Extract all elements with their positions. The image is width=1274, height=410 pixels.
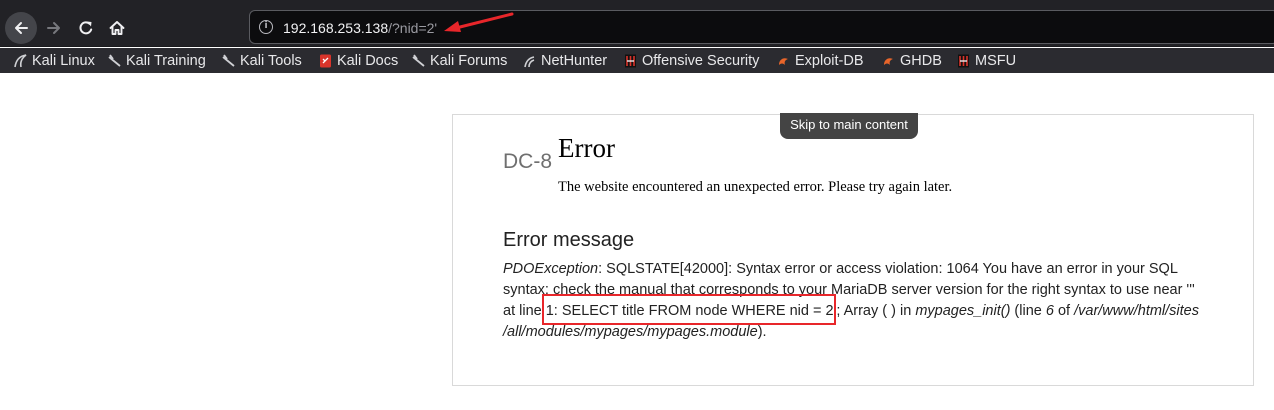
annotation-arrow-icon <box>444 12 514 32</box>
bookmark-label: Exploit-DB <box>795 52 864 69</box>
file-path: /var/www/html/sites <box>1074 303 1199 319</box>
exploitdb-icon <box>779 57 788 65</box>
offsec-icon <box>958 54 969 67</box>
bookmark-label: Kali Docs <box>337 52 399 69</box>
site-info-icon[interactable]: i <box>259 20 273 34</box>
site-name[interactable]: DC-8 <box>503 150 552 174</box>
error-text: ). <box>757 324 767 340</box>
bookmarks-bar: Kali Linux Kali Training Kali Tools Kali… <box>0 48 1274 73</box>
annotation-highlight-box <box>542 294 836 325</box>
url-host: 192.168.253.138 <box>283 20 389 36</box>
reload-button[interactable] <box>72 14 100 42</box>
error-line-1: PDOException: SQLSTATE[42000]: Syntax er… <box>503 259 1193 280</box>
line-number: 6 <box>1045 303 1054 319</box>
bookmark-kali-tools[interactable]: Kali Tools <box>222 51 302 70</box>
arrow-left-icon <box>15 22 28 34</box>
bookmark-offensive-security[interactable]: Offensive Security <box>624 51 759 70</box>
error-text: ; Array ( ) in <box>836 303 916 319</box>
home-button[interactable] <box>103 14 131 42</box>
kali-dragon-icon <box>108 53 121 67</box>
kali-docs-icon <box>320 54 331 67</box>
kali-dragon-icon <box>412 53 425 67</box>
browser-toolbar: i 192.168.253.138/?nid=2' <box>0 0 1274 47</box>
bookmark-label: GHDB <box>900 52 942 69</box>
home-icon <box>109 21 125 35</box>
address-bar[interactable]: i 192.168.253.138/?nid=2' <box>249 10 1274 44</box>
exception-name: PDOException <box>503 261 599 277</box>
bookmark-exploit-db[interactable]: Exploit-DB <box>777 51 864 70</box>
bookmark-kali-forums[interactable]: Kali Forums <box>412 51 507 70</box>
kali-dragon-icon <box>222 53 235 67</box>
error-message-heading: Error message <box>503 229 635 251</box>
bookmark-label: NetHunter <box>541 52 608 69</box>
bookmark-label: Kali Forums <box>430 52 508 69</box>
error-subtitle: The website encountered an unexpected er… <box>558 179 953 195</box>
bookmark-label: Kali Training <box>126 52 206 69</box>
kali-dragon-icon <box>14 53 27 67</box>
url-path: /?nid=2' <box>388 20 438 36</box>
error-text: : SQLSTATE[42000]: Syntax error or acces… <box>598 261 1178 277</box>
skip-to-main-link[interactable]: Skip to main content <box>780 113 918 139</box>
url-text[interactable]: 192.168.253.138/?nid=2' <box>283 19 437 37</box>
bookmark-kali-docs[interactable]: Kali Docs <box>319 51 398 70</box>
reload-icon <box>79 21 93 35</box>
file-path: /all/modules/mypages/mypages.module <box>503 324 758 340</box>
error-text: at line <box>503 303 546 319</box>
exploitdb-icon <box>884 57 893 65</box>
function-name: mypages_init() <box>915 303 1011 319</box>
forward-button[interactable] <box>40 14 68 42</box>
nethunter-icon <box>524 55 535 67</box>
error-text: (line <box>1010 303 1046 319</box>
bookmark-kali-linux[interactable]: Kali Linux <box>14 51 95 70</box>
bookmark-msfu[interactable]: MSFU <box>957 51 1016 70</box>
offsec-icon <box>625 54 636 67</box>
bookmark-label: MSFU <box>975 52 1017 69</box>
bookmark-label: Offensive Security <box>642 52 760 69</box>
error-title: Error <box>558 133 615 163</box>
arrow-right-icon <box>47 22 60 34</box>
bookmark-kali-training[interactable]: Kali Training <box>108 51 206 70</box>
error-text: of <box>1053 303 1075 319</box>
bookmark-ghdb[interactable]: GHDB <box>882 51 942 70</box>
bookmark-nethunter[interactable]: NetHunter <box>523 51 607 70</box>
bookmark-label: Kali Tools <box>240 52 302 69</box>
bookmark-label: Kali Linux <box>32 52 95 69</box>
back-button[interactable] <box>5 12 37 44</box>
error-line-4: /all/modules/mypages/mypages.module). <box>503 322 1193 343</box>
